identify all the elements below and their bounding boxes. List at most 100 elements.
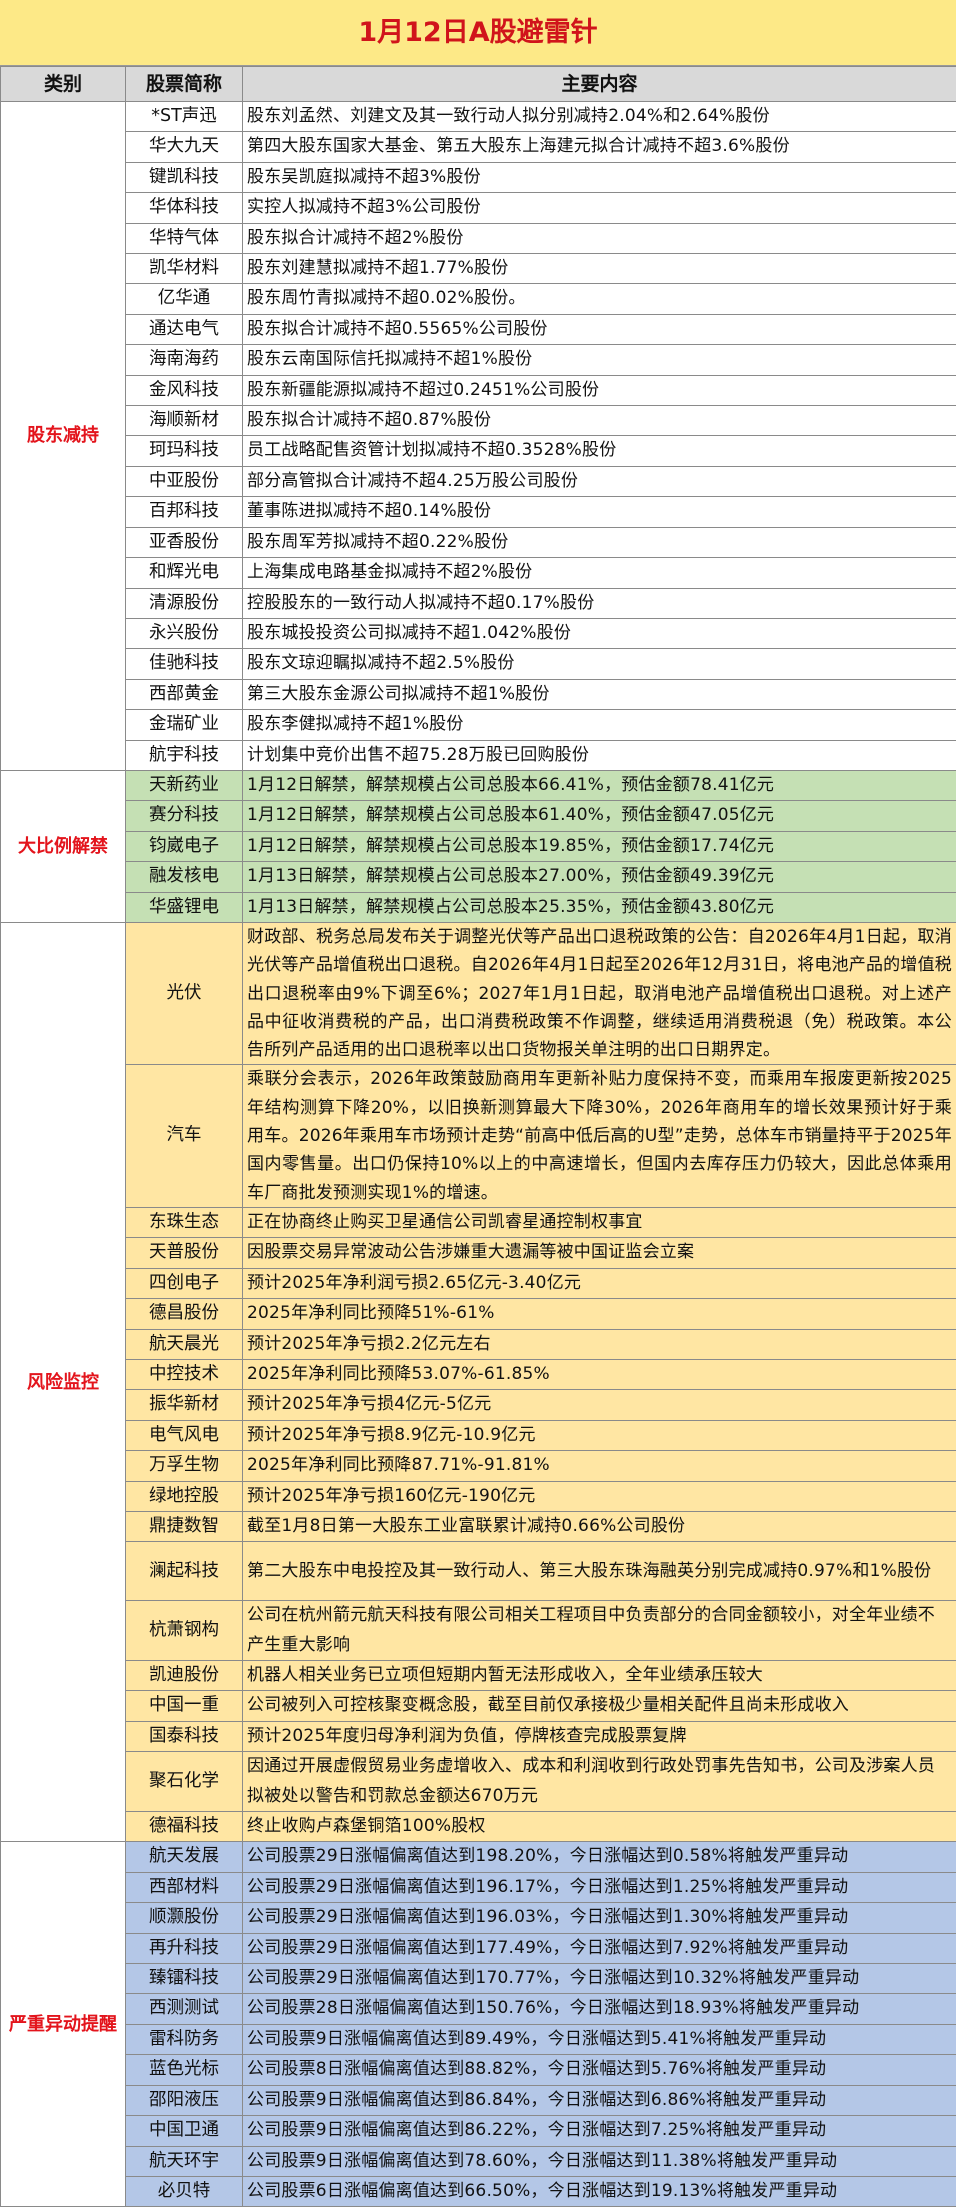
stock-name-cell: 赛分科技	[126, 801, 243, 831]
content-cell: 1月13日解禁，解禁规模占公司总股本27.00%，预估金额49.39亿元	[243, 862, 956, 892]
stock-name-cell: 海南海药	[126, 345, 243, 375]
category-cell: 股东减持	[1, 102, 126, 771]
content-cell: 预计2025年度归母净利润为负值，停牌核查完成股票复牌	[243, 1721, 956, 1751]
table-row: 振华新材预计2025年净亏损4亿元-5亿元	[1, 1390, 956, 1420]
table-row: 万孚生物2025年净利同比预降87.71%-91.81%	[1, 1451, 956, 1481]
stock-name-cell: 亿华通	[126, 284, 243, 314]
table-row: 键凯科技股东吴凯庭拟减持不超3%股份	[1, 162, 956, 192]
table-row: 澜起科技第二大股东中电投控及其一致行动人、第三大股东珠海融英分别完成减持0.97…	[1, 1542, 956, 1601]
content-cell: 部分高管拟合计减持不超4.25万股公司股份	[243, 466, 956, 496]
content-cell: 股东拟合计减持不超0.87%股份	[243, 406, 956, 436]
table-row: 杭萧钢构公司在杭州箭元航天科技有限公司相关工程项目中负责部分的合同金额较小，对全…	[1, 1601, 956, 1661]
content-cell: 2025年净利同比预降51%-61%	[243, 1299, 956, 1329]
table-row: 凯迪股份机器人相关业务已立项但短期内暂无法形成收入，全年业绩承压较大	[1, 1661, 956, 1691]
stock-name-cell: 振华新材	[126, 1390, 243, 1420]
content-cell: 第三大股东金源公司拟减持不超1%股份	[243, 679, 956, 709]
table-row: 西部黄金第三大股东金源公司拟减持不超1%股份	[1, 679, 956, 709]
content-cell: 1月13日解禁，解禁规模占公司总股本25.35%，预估金额43.80亿元	[243, 892, 956, 922]
table-row: 西部材料公司股票29日涨幅偏离值达到196.17%，今日涨幅达到1.25%将触发…	[1, 1872, 956, 1902]
header-row: 类别 股票简称 主要内容	[1, 67, 956, 102]
table-row: 航宇科技计划集中竞价出售不超75.28万股已回购股份	[1, 740, 956, 770]
table-body: 股东减持*ST声迅股东刘孟然、刘建文及其一致行动人拟分别减持2.04%和2.64…	[1, 102, 956, 2207]
table-row: 金瑞矿业股东李健拟减持不超1%股份	[1, 710, 956, 740]
table-row: 航天晨光预计2025年净亏损2.2亿元左右	[1, 1329, 956, 1359]
stock-name-cell: 华体科技	[126, 193, 243, 223]
stock-name-cell: 杭萧钢构	[126, 1601, 243, 1661]
stock-name-cell: 百邦科技	[126, 497, 243, 527]
stock-name-cell: 西测测试	[126, 1994, 243, 2024]
table-row: 汽车乘联分会表示，2026年政策鼓励商用车更新补贴力度保持不变，而乘用车报废更新…	[1, 1065, 956, 1207]
table-row: 四创电子预计2025年净利润亏损2.65亿元-3.40亿元	[1, 1268, 956, 1298]
stock-name-cell: 中亚股份	[126, 466, 243, 496]
content-cell: 公司被列入可控核聚变概念股，截至目前仅承接极少量相关配件且尚未形成收入	[243, 1691, 956, 1721]
header-category: 类别	[1, 67, 126, 102]
table-row: 华盛锂电1月13日解禁，解禁规模占公司总股本25.35%，预估金额43.80亿元	[1, 892, 956, 922]
content-cell: 预计2025年净亏损2.2亿元左右	[243, 1329, 956, 1359]
stock-name-cell: 邵阳液压	[126, 2085, 243, 2115]
stock-name-cell: 再升科技	[126, 1933, 243, 1963]
table-row: 股东减持*ST声迅股东刘孟然、刘建文及其一致行动人拟分别减持2.04%和2.64…	[1, 102, 956, 132]
stock-name-cell: 华特气体	[126, 223, 243, 253]
stock-name-cell: 凯迪股份	[126, 1661, 243, 1691]
table-row: 永兴股份股东城投投资公司拟减持不超1.042%股份	[1, 618, 956, 648]
table-row: 钧崴电子1月12日解禁，解禁规模占公司总股本19.85%，预估金额17.74亿元	[1, 831, 956, 861]
content-cell: 第四大股东国家大基金、第五大股东上海建元拟合计减持不超3.6%股份	[243, 132, 956, 162]
table-row: 天普股份因股票交易异常波动公告涉嫌重大遗漏等被中国证监会立案	[1, 1238, 956, 1268]
stock-name-cell: 钧崴电子	[126, 831, 243, 861]
stock-name-cell: 永兴股份	[126, 618, 243, 648]
stock-name-cell: 佳驰科技	[126, 649, 243, 679]
content-cell: 乘联分会表示，2026年政策鼓励商用车更新补贴力度保持不变，而乘用车报废更新按2…	[243, 1065, 956, 1207]
content-cell: 1月12日解禁，解禁规模占公司总股本66.41%，预估金额78.41亿元	[243, 770, 956, 800]
stock-name-cell: 臻镭科技	[126, 1964, 243, 1994]
stock-name-cell: 绿地控股	[126, 1481, 243, 1511]
content-cell: 因通过开展虚假贸易业务虚增收入、成本和利润收到行政处罚事先告知书，公司及涉案人员…	[243, 1752, 956, 1812]
header-content: 主要内容	[243, 67, 956, 102]
content-cell: 机器人相关业务已立项但短期内暂无法形成收入，全年业绩承压较大	[243, 1661, 956, 1691]
stock-name-cell: 华盛锂电	[126, 892, 243, 922]
stock-name-cell: 通达电气	[126, 314, 243, 344]
table-row: 蓝色光标公司股票8日涨幅偏离值达到88.82%，今日涨幅达到5.76%将触发严重…	[1, 2055, 956, 2085]
stock-name-cell: 中国卫通	[126, 2116, 243, 2146]
stock-name-cell: 珂玛科技	[126, 436, 243, 466]
table-row: 国泰科技预计2025年度归母净利润为负值，停牌核查完成股票复牌	[1, 1721, 956, 1751]
content-cell: 终止收购卢森堡铜箔100%股权	[243, 1812, 956, 1842]
stock-name-cell: 西部黄金	[126, 679, 243, 709]
content-cell: 公司股票28日涨幅偏离值达到150.76%，今日涨幅达到18.93%将触发严重异…	[243, 1994, 956, 2024]
table-row: 必贝特公司股票6日涨幅偏离值达到66.50%，今日涨幅达到19.13%将触发严重…	[1, 2176, 956, 2206]
stock-name-cell: 四创电子	[126, 1268, 243, 1298]
table-row: 金风科技股东新疆能源拟减持不超过0.2451%公司股份	[1, 375, 956, 405]
table-row: 严重异动提醒航天发展公司股票29日涨幅偏离值达到198.20%，今日涨幅达到0.…	[1, 1842, 956, 1872]
table-row: 德福科技终止收购卢森堡铜箔100%股权	[1, 1812, 956, 1842]
content-cell: 股东拟合计减持不超2%股份	[243, 223, 956, 253]
header-stock: 股票简称	[126, 67, 243, 102]
content-cell: 上海集成电路基金拟减持不超2%股份	[243, 558, 956, 588]
table-row: 和辉光电上海集成电路基金拟减持不超2%股份	[1, 558, 956, 588]
stock-name-cell: 键凯科技	[126, 162, 243, 192]
stock-name-cell: 聚石化学	[126, 1752, 243, 1812]
stock-name-cell: 雷科防务	[126, 2024, 243, 2054]
table-row: 中亚股份部分高管拟合计减持不超4.25万股公司股份	[1, 466, 956, 496]
table-row: 邵阳液压公司股票9日涨幅偏离值达到86.84%，今日涨幅达到6.86%将触发严重…	[1, 2085, 956, 2115]
stock-name-cell: 电气风电	[126, 1420, 243, 1450]
content-cell: 计划集中竞价出售不超75.28万股已回购股份	[243, 740, 956, 770]
stock-name-cell: 和辉光电	[126, 558, 243, 588]
table-row: 清源股份控股股东的一致行动人拟减持不超0.17%股份	[1, 588, 956, 618]
content-cell: 员工战略配售资管计划拟减持不超0.3528%股份	[243, 436, 956, 466]
table-row: 风险监控光伏财政部、税务总局发布关于调整光伏等产品出口退税政策的公告：自2026…	[1, 922, 956, 1064]
content-cell: 股东拟合计减持不超0.5565%公司股份	[243, 314, 956, 344]
content-cell: 股东城投投资公司拟减持不超1.042%股份	[243, 618, 956, 648]
stock-name-cell: 万孚生物	[126, 1451, 243, 1481]
content-cell: 公司股票29日涨幅偏离值达到198.20%，今日涨幅达到0.58%将触发严重异动	[243, 1842, 956, 1872]
content-cell: 实控人拟减持不超3%公司股份	[243, 193, 956, 223]
content-cell: 公司股票29日涨幅偏离值达到196.03%，今日涨幅达到1.30%将触发严重异动	[243, 1903, 956, 1933]
table-row: 海顺新材股东拟合计减持不超0.87%股份	[1, 406, 956, 436]
content-cell: 股东刘孟然、刘建文及其一致行动人拟分别减持2.04%和2.64%股份	[243, 102, 956, 132]
category-cell: 风险监控	[1, 922, 126, 1841]
table-row: 通达电气股东拟合计减持不超0.5565%公司股份	[1, 314, 956, 344]
stock-name-cell: 天普股份	[126, 1238, 243, 1268]
content-cell: 预计2025年净亏损160亿元-190亿元	[243, 1481, 956, 1511]
table-row: 中控技术2025年净利同比预降53.07%-61.85%	[1, 1359, 956, 1389]
stock-name-cell: 华大九天	[126, 132, 243, 162]
stock-name-cell: 融发核电	[126, 862, 243, 892]
table-row: 中国一重公司被列入可控核聚变概念股，截至目前仅承接极少量相关配件且尚未形成收入	[1, 1691, 956, 1721]
